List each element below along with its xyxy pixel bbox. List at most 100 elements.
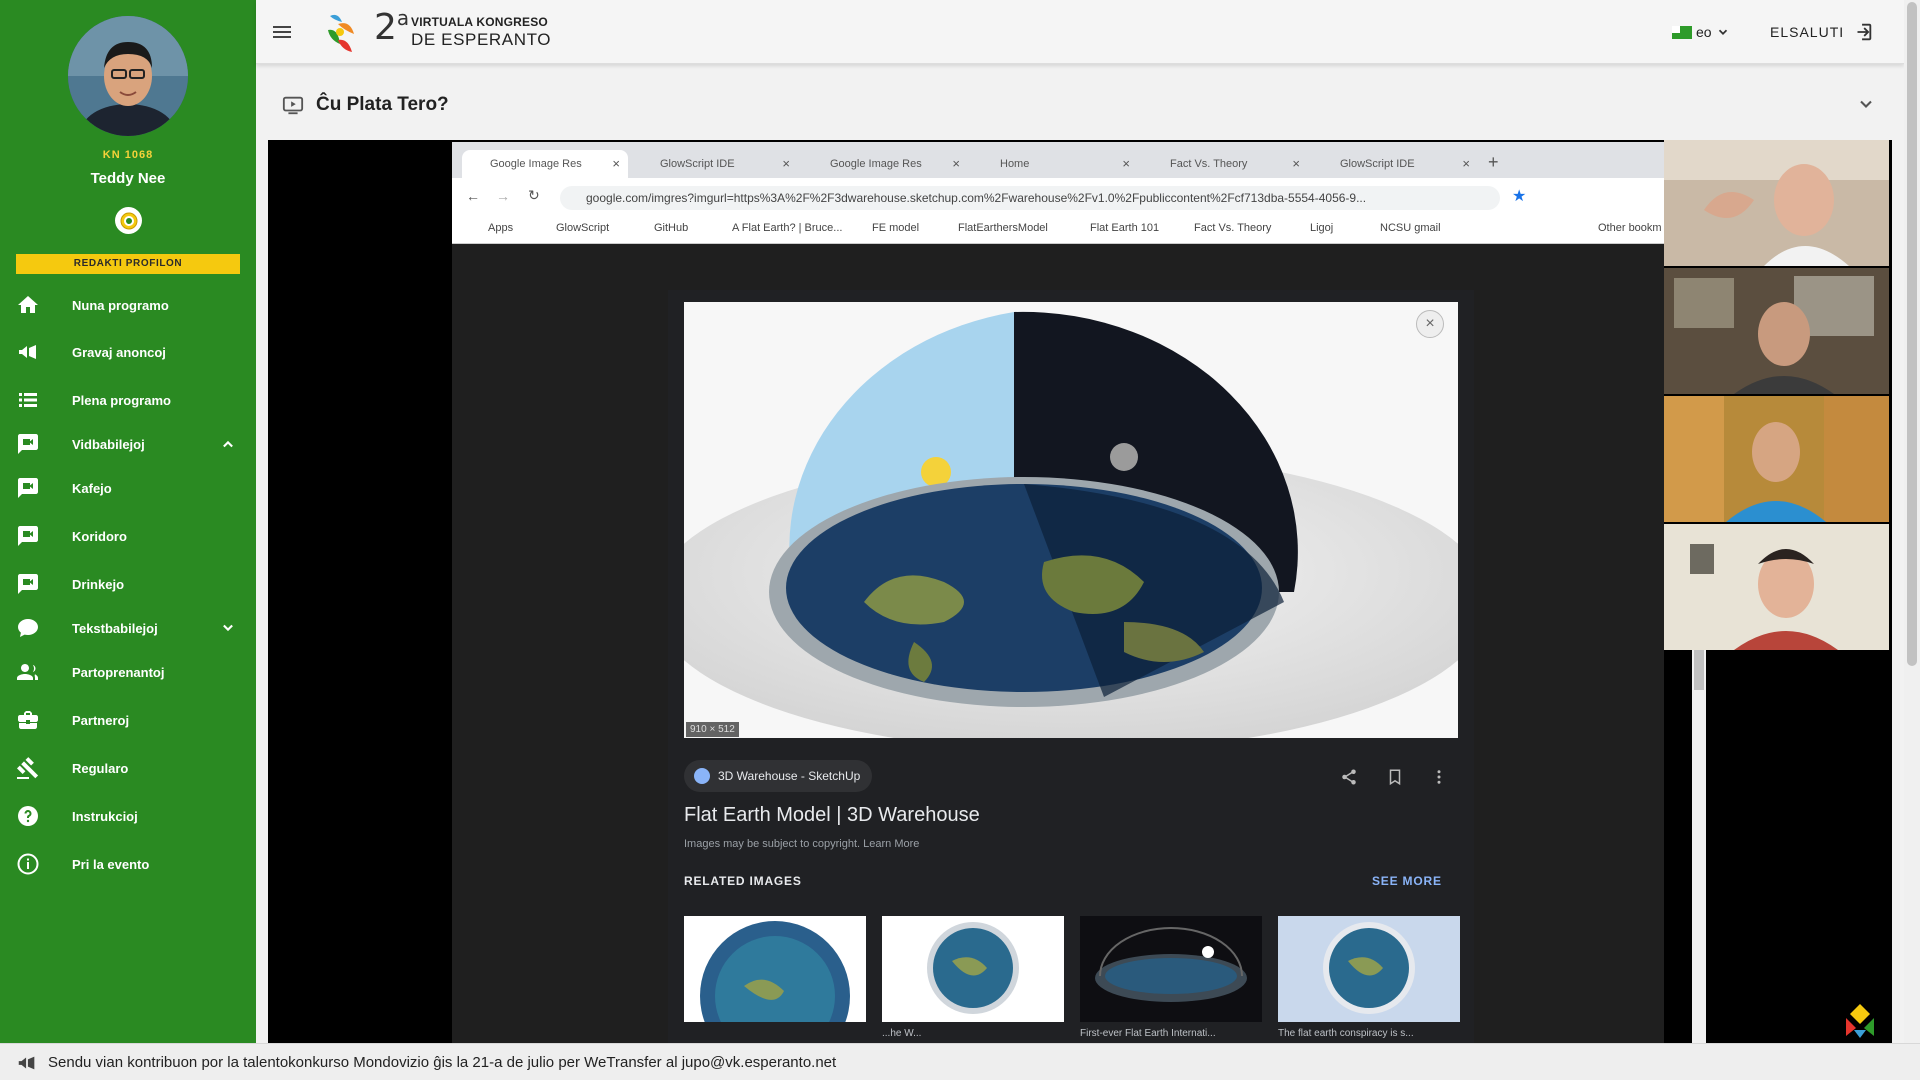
browser-tab[interactable]: Google Image Res ×	[802, 150, 968, 178]
sidebar-item-drinkejo[interactable]: Drinkejo	[0, 564, 256, 604]
see-more-link[interactable]: SEE MORE	[1372, 874, 1442, 888]
tab-label: Google Image Res	[490, 158, 582, 170]
bookmark-item[interactable]: GlowScript	[556, 222, 609, 234]
sidebar-item-kafejo[interactable]: Kafejo	[0, 468, 256, 508]
bookmark-item[interactable]: Apps	[488, 222, 513, 234]
sidebar-item-koridoro[interactable]: Koridoro	[0, 516, 256, 556]
participant-video-tile[interactable]	[1664, 140, 1889, 266]
bookmark-item[interactable]: Ligoj	[1310, 222, 1333, 234]
video-chat-icon	[18, 434, 38, 454]
new-tab-icon[interactable]: +	[1488, 152, 1499, 173]
info-icon	[17, 853, 39, 875]
sidebar-item-regularo[interactable]: Regularo	[0, 748, 256, 788]
announcement-text: Sendu vian kontribuon por la talentokonk…	[48, 1054, 837, 1071]
sidebar-item-partneroj[interactable]: Partneroj	[0, 700, 256, 740]
participant-video-tile[interactable]	[1664, 268, 1889, 394]
bookmark-item[interactable]: Fact Vs. Theory	[1194, 222, 1271, 234]
language-label: eo	[1696, 24, 1712, 40]
sidebar-item-label: Gravaj anoncoj	[72, 344, 166, 360]
sidebar-item-tekstbabilejoj[interactable]: Tekstbabilejoj	[0, 608, 256, 648]
image-title[interactable]: Flat Earth Model | 3D Warehouse	[684, 804, 980, 827]
bookmark-item[interactable]: NCSU gmail	[1380, 222, 1441, 234]
logo-superscript: a	[396, 6, 410, 30]
tab-label: Fact Vs. Theory	[1170, 158, 1248, 170]
megaphone-icon	[19, 345, 36, 359]
video-panel-header[interactable]: Ĉu Plata Tero?	[272, 84, 1888, 124]
page-scrollbar[interactable]	[1904, 0, 1920, 1043]
hamburger-menu-icon[interactable]	[270, 20, 294, 44]
sidebar-item-label: Nuna programo	[72, 297, 169, 313]
sidebar-item-partoprenantoj[interactable]: Partoprenantoj	[0, 652, 256, 692]
sidebar-item-label: Kafejo	[72, 480, 112, 496]
browser-tab[interactable]: GlowScript IDE ×	[1312, 150, 1478, 178]
browser-tab[interactable]: Google Image Res ×	[462, 150, 628, 178]
sidebar-item-vidbabilejoj[interactable]: Vidbabilejoj	[0, 424, 256, 464]
bookmark-item[interactable]: Flat Earth 101	[1090, 222, 1159, 234]
bookmark-item[interactable]: Other bookm	[1598, 222, 1662, 234]
edit-profile-button[interactable]: REDAKTI PROFILON	[16, 254, 240, 274]
related-image-thumb[interactable]	[1080, 916, 1262, 1022]
sidebar-item-plena-programo[interactable]: Plena programo	[0, 380, 256, 420]
sidebar-item-label: Koridoro	[72, 528, 127, 544]
video-stream[interactable]: Google Image Res × GlowScript IDE × Google…	[268, 140, 1892, 1043]
shared-browser-window: Google Image Res × GlowScript IDE × Google…	[452, 142, 1664, 1043]
avatar[interactable]	[68, 16, 188, 136]
participant-video-tile[interactable]	[1664, 524, 1889, 650]
language-selector[interactable]: eo	[1672, 22, 1730, 42]
bookmark-star-icon[interactable]: ★	[1512, 186, 1526, 206]
share-icon[interactable]	[1340, 768, 1358, 786]
browser-address-bar: ← → ↻ google.com/imgres?imgurl=https%3A%…	[452, 178, 1664, 216]
close-icon[interactable]: ×	[1416, 310, 1444, 338]
briefcase-icon	[18, 711, 38, 729]
bookmarks-bar: Apps GlowScript GitHub A Flat Earth? | B…	[452, 216, 1664, 244]
flat-earth-image[interactable]	[684, 302, 1458, 738]
viewer-scrollbar[interactable]	[1692, 642, 1706, 1043]
reload-icon[interactable]: ↻	[528, 187, 540, 204]
sidebar-item-instrukcioj[interactable]: Instrukcioj	[0, 796, 256, 836]
sidebar-item-label: Plena programo	[72, 392, 171, 408]
bookmark-item[interactable]: A Flat Earth? | Bruce...	[732, 222, 842, 234]
back-arrow-icon[interactable]: ←	[466, 188, 480, 204]
source-label: 3D Warehouse - SketchUp	[718, 769, 861, 783]
more-vert-icon[interactable]	[1430, 768, 1448, 786]
chevron-up-icon[interactable]	[218, 434, 238, 454]
related-image-thumb[interactable]	[1278, 916, 1460, 1022]
url-field[interactable]: google.com/imgres?imgurl=https%3A%2F%2F3…	[560, 186, 1500, 210]
scrollbar-thumb[interactable]	[1907, 2, 1917, 666]
browser-tab[interactable]: GlowScript IDE ×	[632, 150, 798, 178]
logout-button[interactable]: ELSALUTI	[1770, 20, 1874, 44]
list-icon	[19, 393, 37, 407]
scrollbar-thumb[interactable]	[1694, 650, 1704, 690]
bookmark-item[interactable]: GitHub	[654, 222, 688, 234]
bookmark-icon[interactable]	[1386, 768, 1404, 786]
tab-label: GlowScript IDE	[660, 158, 735, 170]
related-image-thumb[interactable]	[684, 916, 866, 1022]
sidebar-item-label: Partoprenantoj	[72, 664, 165, 680]
sidebar-item-label: Instrukcioj	[72, 808, 138, 824]
related-image-thumb[interactable]	[882, 916, 1064, 1022]
sidebar-item-nuna-programo[interactable]: Nuna programo	[0, 285, 256, 325]
globe-icon	[694, 768, 710, 784]
forward-arrow-icon[interactable]: →	[496, 188, 510, 204]
thumb-caption: First-ever Flat Earth Internati...	[1080, 1028, 1216, 1039]
bookmark-item[interactable]: FE model	[872, 222, 919, 234]
chevron-down-icon[interactable]	[1856, 94, 1876, 114]
video-screen-icon	[282, 96, 304, 115]
copyright-note: Images may be subject to copyright. Lear…	[684, 838, 920, 850]
image-viewer-panel: × 910 × 512 3D Warehouse - SketchUp Flat…	[668, 290, 1474, 1043]
megaphone-icon	[18, 1056, 35, 1070]
tab-label: GlowScript IDE	[1340, 158, 1415, 170]
logo-number: 2a	[374, 6, 410, 48]
browser-tab[interactable]: Home ×	[972, 150, 1138, 178]
image-source-chip[interactable]: 3D Warehouse - SketchUp	[684, 760, 873, 792]
bookmark-item[interactable]: FlatEarthersModel	[958, 222, 1048, 234]
chevron-down-icon[interactable]	[218, 618, 238, 638]
logo-text-line1: VIRTUALA KONGRESO	[411, 15, 548, 29]
sidebar-item-gravaj-anoncoj[interactable]: Gravaj anoncoj	[0, 332, 256, 372]
announcement-bar: Sendu vian kontribuon por la talentokonk…	[0, 1043, 1920, 1080]
congress-logo-icon[interactable]	[324, 10, 358, 54]
browser-tab[interactable]: Fact Vs. Theory ×	[1142, 150, 1308, 178]
sidebar-item-pri-la-evento[interactable]: Pri la evento	[0, 844, 256, 884]
participant-video-tile[interactable]	[1664, 396, 1889, 522]
sidebar-item-label: Vidbabilejoj	[72, 436, 145, 452]
